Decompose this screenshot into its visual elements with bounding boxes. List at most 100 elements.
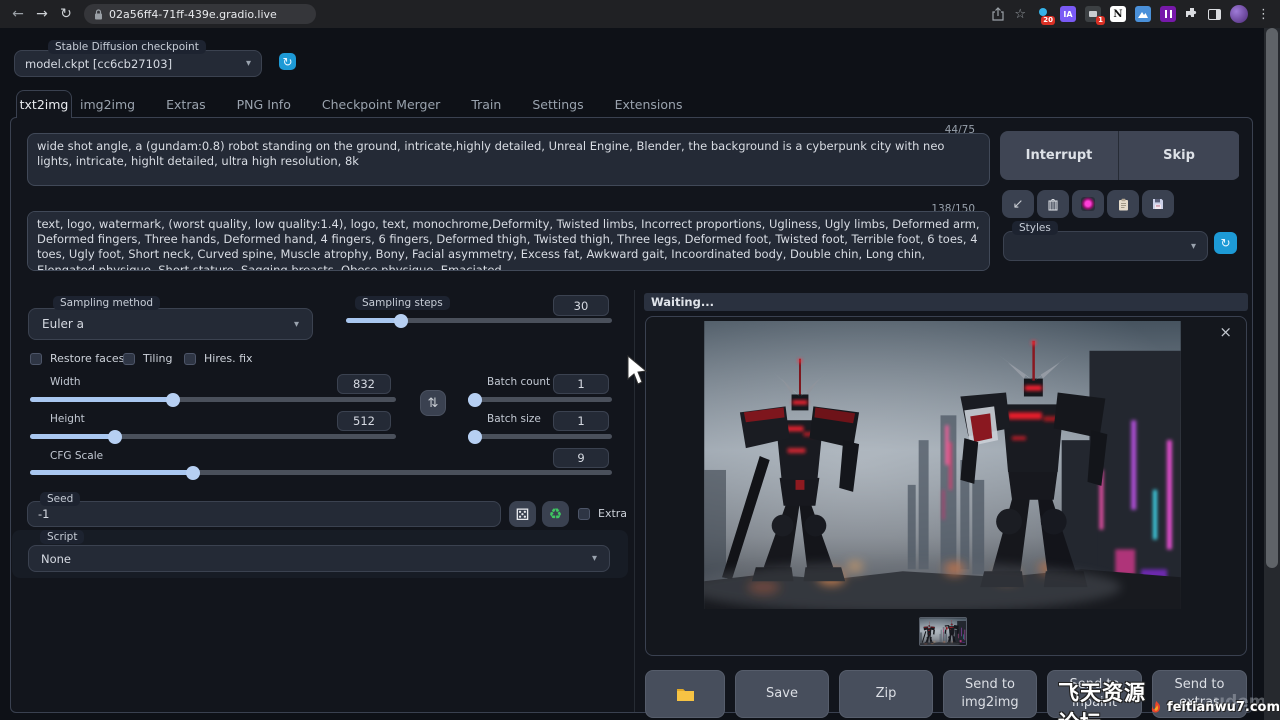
negative-prompt-field[interactable]: text, logo, watermark, (worst quality, l… bbox=[27, 211, 990, 271]
zip-button[interactable]: Zip bbox=[839, 670, 933, 718]
tab-settings[interactable]: Settings bbox=[530, 91, 585, 118]
interrupt-button[interactable]: Interrupt bbox=[1000, 131, 1119, 180]
styles-refresh-button[interactable]: ↻ bbox=[1214, 232, 1237, 254]
seed-input[interactable]: -1 bbox=[27, 501, 501, 527]
sampling-method-label: Sampling method bbox=[53, 296, 160, 310]
tab-checkpoint-merger[interactable]: Checkpoint Merger bbox=[320, 91, 442, 118]
checkbox[interactable] bbox=[184, 353, 196, 365]
extension-camera-icon[interactable]: 1 bbox=[1085, 6, 1101, 22]
gallery-thumbnail[interactable] bbox=[919, 617, 967, 646]
tab-extras[interactable]: Extras bbox=[164, 91, 208, 118]
generate-actions: Interrupt Skip bbox=[1000, 131, 1240, 180]
save-button[interactable]: Save bbox=[735, 670, 829, 718]
slider-handle[interactable] bbox=[468, 430, 482, 444]
tab-extensions[interactable]: Extensions bbox=[613, 91, 685, 118]
extension-image-icon[interactable] bbox=[1135, 6, 1151, 22]
menu-kebab-icon[interactable]: ⋮ bbox=[1257, 7, 1270, 22]
width-slider[interactable] bbox=[30, 397, 396, 402]
sidebar-toggle-icon[interactable] bbox=[1208, 9, 1221, 20]
height-slider[interactable] bbox=[30, 434, 396, 439]
hires-fix-toggle[interactable]: Hires. fix bbox=[184, 352, 253, 365]
batch-count-slider[interactable] bbox=[468, 397, 612, 402]
slider-handle[interactable] bbox=[394, 314, 408, 328]
send-to-img2img-button[interactable]: Send to img2img bbox=[943, 670, 1037, 718]
sampling-steps-slider[interactable] bbox=[346, 318, 612, 323]
width-input[interactable]: 832 bbox=[337, 374, 391, 394]
bookmark-star-icon[interactable]: ☆ bbox=[1014, 7, 1026, 22]
extension-ia-icon[interactable]: IA bbox=[1060, 6, 1076, 22]
checkpoint-refresh-button[interactable]: ↻ bbox=[279, 53, 296, 70]
prompt-textarea[interactable]: wide shot angle, a (gundam:0.8) robot st… bbox=[27, 133, 990, 186]
batch-count-label: Batch count bbox=[487, 376, 550, 388]
sampling-method-value: Euler a bbox=[42, 317, 84, 331]
progress-bar: Waiting... bbox=[644, 293, 1248, 311]
scrollbar-thumb[interactable] bbox=[1266, 28, 1278, 568]
clear-prompt-button[interactable] bbox=[1037, 190, 1069, 218]
tab-train[interactable]: Train bbox=[469, 91, 503, 118]
negative-prompt-textarea[interactable]: text, logo, watermark, (worst quality, l… bbox=[27, 211, 990, 271]
mouse-cursor bbox=[627, 355, 649, 387]
sampling-steps-input[interactable]: 30 bbox=[553, 295, 609, 316]
apply-style-button[interactable] bbox=[1107, 190, 1139, 218]
script-dropdown[interactable]: None ▾ bbox=[28, 545, 610, 572]
styles-dropdown[interactable]: ▾ bbox=[1003, 231, 1208, 261]
slider-handle[interactable] bbox=[108, 430, 122, 444]
image-preview-panel: × bbox=[645, 316, 1247, 656]
tab-img2img[interactable]: img2img bbox=[78, 91, 137, 118]
slider-handle[interactable] bbox=[186, 466, 200, 480]
close-icon[interactable]: × bbox=[1219, 323, 1232, 341]
checkbox[interactable] bbox=[123, 353, 135, 365]
generated-image[interactable] bbox=[704, 321, 1181, 609]
reuse-seed-button[interactable]: ♻ bbox=[542, 501, 569, 527]
flame-icon bbox=[1149, 696, 1164, 718]
extension-notion-icon[interactable]: N bbox=[1110, 6, 1126, 22]
toggle-label: Tiling bbox=[143, 352, 173, 365]
card-icon bbox=[1081, 197, 1095, 211]
extension-badge: 1 bbox=[1096, 16, 1105, 25]
open-folder-button[interactable] bbox=[645, 670, 725, 718]
share-icon[interactable] bbox=[991, 7, 1005, 21]
swap-dimensions-button[interactable]: ⇅ bbox=[420, 390, 446, 416]
refresh-icon: ↻ bbox=[1220, 236, 1230, 250]
prompt-tools: ↙ bbox=[1002, 190, 1174, 218]
height-input[interactable]: 512 bbox=[337, 411, 391, 431]
sampling-method-dropdown[interactable]: Euler a ▾ bbox=[28, 308, 313, 340]
seed-value: -1 bbox=[38, 507, 49, 521]
toggle-label: Extra bbox=[598, 507, 627, 520]
address-bar[interactable]: 02a56ff4-71ff-439e.gradio.live bbox=[84, 4, 316, 24]
profile-avatar[interactable] bbox=[1230, 5, 1248, 23]
extensions-puzzle-icon[interactable] bbox=[1185, 7, 1199, 21]
skip-button[interactable]: Skip bbox=[1119, 131, 1239, 180]
extension-onenote-icon[interactable] bbox=[1160, 6, 1176, 22]
slider-handle[interactable] bbox=[166, 393, 180, 407]
slider-handle[interactable] bbox=[468, 393, 482, 407]
tab-png-info[interactable]: PNG Info bbox=[235, 91, 293, 118]
save-style-button[interactable] bbox=[1142, 190, 1174, 218]
column-divider bbox=[634, 290, 635, 712]
width-label: Width bbox=[50, 376, 81, 388]
cfg-scale-slider[interactable] bbox=[30, 470, 612, 475]
browser-forward-icon[interactable]: → bbox=[30, 0, 54, 28]
dice-icon: ⚄ bbox=[516, 505, 530, 524]
extra-networks-button[interactable] bbox=[1072, 190, 1104, 218]
browser-toolbar: ← → ↻ 02a56ff4-71ff-439e.gradio.live ☆ 2… bbox=[0, 0, 1280, 28]
random-seed-button[interactable]: ⚄ bbox=[509, 501, 536, 527]
checkbox[interactable] bbox=[578, 508, 590, 520]
sampling-steps-label: Sampling steps bbox=[355, 296, 450, 310]
scrollbar-track[interactable] bbox=[1264, 28, 1280, 720]
cfg-scale-input[interactable]: 9 bbox=[553, 448, 609, 468]
checkpoint-dropdown[interactable]: model.ckpt [cc6cb27103] ▾ bbox=[14, 50, 262, 77]
extension-blue-dot-icon[interactable]: 20 bbox=[1035, 6, 1051, 22]
checkbox[interactable] bbox=[30, 353, 42, 365]
browser-back-icon[interactable]: ← bbox=[6, 0, 30, 28]
restore-faces-toggle[interactable]: Restore faces bbox=[30, 352, 124, 365]
batch-size-input[interactable]: 1 bbox=[553, 411, 609, 431]
browser-reload-icon[interactable]: ↻ bbox=[54, 0, 78, 28]
paste-params-button[interactable]: ↙ bbox=[1002, 190, 1034, 218]
seed-extra-toggle[interactable]: Extra bbox=[578, 507, 627, 520]
prompt-field[interactable]: wide shot angle, a (gundam:0.8) robot st… bbox=[27, 133, 990, 186]
tab-txt2img[interactable]: txt2img bbox=[16, 90, 72, 118]
batch-count-input[interactable]: 1 bbox=[553, 374, 609, 394]
tiling-toggle[interactable]: Tiling bbox=[123, 352, 173, 365]
batch-size-slider[interactable] bbox=[468, 434, 612, 439]
